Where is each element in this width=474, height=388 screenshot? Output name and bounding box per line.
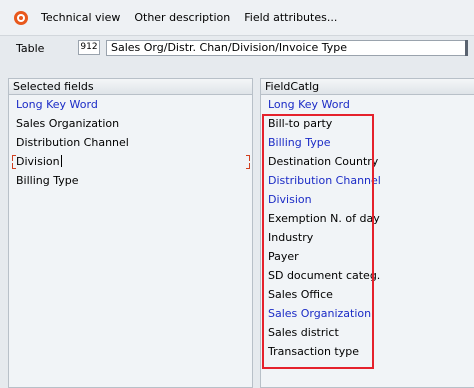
field-item-label: Billing Type — [268, 136, 331, 149]
field-item-label: Sales Office — [268, 288, 333, 301]
field-item[interactable]: Sales Organization — [9, 114, 252, 133]
selection-corner-mark — [246, 155, 250, 161]
technical-view-button[interactable]: Technical view — [41, 11, 120, 24]
field-item-label: Destination Country — [268, 155, 379, 168]
field-item[interactable]: Transaction type — [261, 342, 474, 361]
field-item[interactable]: Destination Country — [261, 152, 474, 171]
field-item[interactable]: Payer — [261, 247, 474, 266]
field-item-label: Long Key Word — [16, 98, 98, 111]
column-title-row[interactable]: Long Key Word — [261, 95, 474, 114]
field-item-label: Long Key Word — [268, 98, 350, 111]
field-item[interactable]: Sales district — [261, 323, 474, 342]
field-item[interactable]: Division — [261, 190, 474, 209]
field-item-label: Sales Organization — [16, 117, 120, 130]
field-item-label: Division — [16, 155, 60, 168]
field-item-label: Transaction type — [268, 345, 359, 358]
field-item-label: Distribution Channel — [268, 174, 381, 187]
field-item[interactable]: Division — [9, 152, 252, 171]
field-item-label: Industry — [268, 231, 314, 244]
table-label: Table — [16, 42, 45, 55]
field-item[interactable]: Bill-to party — [261, 114, 474, 133]
field-item[interactable]: SD document categ. — [261, 266, 474, 285]
field-item-label: Payer — [268, 250, 299, 263]
field-item-label: SD document categ. — [268, 269, 381, 282]
field-item[interactable]: Distribution Channel — [9, 133, 252, 152]
text-cursor — [60, 155, 62, 167]
field-item-label: Sales Organization — [268, 307, 372, 320]
selection-corner-mark — [12, 155, 16, 161]
table-code-field: 912 — [78, 40, 100, 55]
field-catalog-header: FieldCatlg — [261, 79, 474, 95]
table-row: Table 912 Sales Org/Distr. Chan/Division… — [0, 38, 474, 60]
field-item-label: Bill-to party — [268, 117, 333, 130]
field-item-label: Exemption N. of day — [268, 212, 380, 225]
selection-corner-mark — [246, 163, 250, 169]
field-item[interactable]: Sales Office — [261, 285, 474, 304]
field-item[interactable]: Sales Organization — [261, 304, 474, 323]
selected-fields-list: Long Key Word Sales Organization Distribut… — [9, 95, 252, 190]
selection-corner-mark — [12, 163, 16, 169]
field-item-label: Division — [268, 193, 312, 206]
field-item[interactable]: Distribution Channel — [261, 171, 474, 190]
field-item[interactable]: Industry — [261, 228, 474, 247]
target-icon[interactable] — [14, 10, 28, 25]
selected-fields-panel: Selected fields Long Key Word Sales Organ… — [8, 78, 253, 388]
other-description-button[interactable]: Other description — [134, 11, 230, 24]
field-item[interactable]: Billing Type — [9, 171, 252, 190]
field-item-label: Sales district — [268, 326, 339, 339]
toolbar: Technical view Other description Field a… — [0, 0, 474, 36]
field-attributes-button[interactable]: Field attributes... — [244, 11, 337, 24]
field-item[interactable]: Exemption N. of day — [261, 209, 474, 228]
field-item-label: Distribution Channel — [16, 136, 129, 149]
field-catalog-panel: FieldCatlg Long Key Word Bill-to party Bil… — [260, 78, 474, 388]
table-description-field: Sales Org/Distr. Chan/Division/Invoice T… — [106, 40, 468, 56]
field-item[interactable]: Billing Type — [261, 133, 474, 152]
field-item-label: Billing Type — [16, 174, 79, 187]
selected-fields-header: Selected fields — [9, 79, 252, 95]
field-catalog-list: Long Key Word Bill-to party Billing Type De… — [261, 95, 474, 361]
column-title-row[interactable]: Long Key Word — [9, 95, 252, 114]
